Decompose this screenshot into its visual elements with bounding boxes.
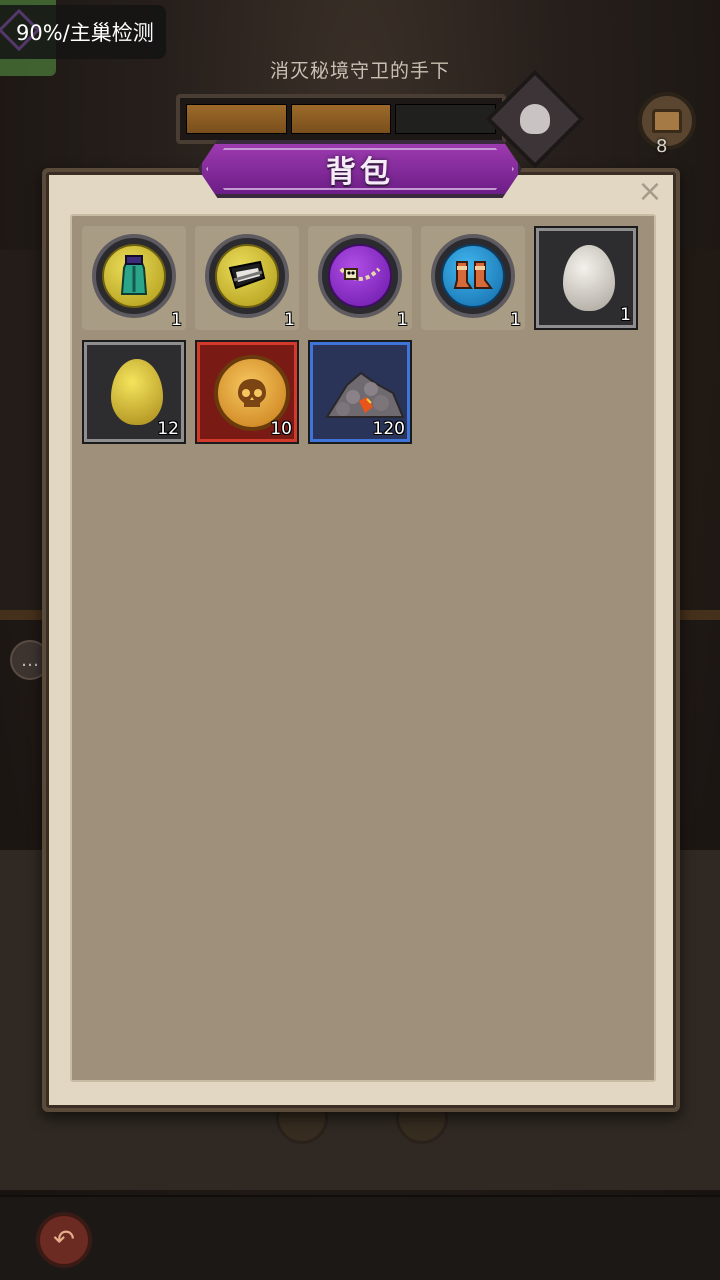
lava-ore-icon (323, 363, 407, 423)
boots-icon (441, 244, 505, 308)
chest-count: 8 (656, 136, 668, 157)
backpack-title: 背包 (326, 155, 394, 190)
item-count: 120 (372, 419, 405, 439)
item-count: 1 (620, 305, 631, 325)
quest-progress-bar (176, 94, 506, 144)
progress-segment-filled (290, 104, 392, 134)
rarity-ring-gold (205, 234, 289, 318)
yellow-egg-icon (111, 359, 163, 425)
item-count: 12 (157, 419, 179, 439)
item-slot-copper-boots[interactable]: 1 (421, 226, 525, 330)
item-count: 10 (270, 419, 292, 439)
progress-segment-empty (395, 104, 497, 134)
item-slot-yellow-egg[interactable]: 12 (82, 340, 186, 444)
rarity-ring-gold (92, 234, 176, 318)
item-count: 1 (397, 310, 408, 330)
robe-icon (102, 244, 166, 308)
item-count: 1 (510, 310, 521, 330)
item-count: 1 (284, 310, 295, 330)
status-chip: 90%/主巢检测 (0, 5, 166, 59)
close-button[interactable]: × (634, 176, 666, 208)
chest-icon (652, 109, 682, 133)
quest-objective: 消灭秘境守卫的手下 (269, 60, 450, 82)
rarity-ring-blue (431, 234, 515, 318)
hat-icon (215, 244, 279, 308)
back-button[interactable]: ↶ (36, 1212, 92, 1268)
item-slot-teal-robe[interactable]: 1 (82, 226, 186, 330)
progress-segment-filled (186, 104, 287, 134)
backpack-title-banner: 背包 (198, 140, 522, 198)
item-slot-lava-ore[interactable]: 120 (308, 340, 412, 444)
white-egg-icon (563, 245, 615, 311)
item-slot-white-egg[interactable]: 1 (534, 226, 638, 330)
item-slot-bone-necklace[interactable]: 1 (308, 226, 412, 330)
necklace-icon (328, 244, 392, 308)
item-slot-black-hat[interactable]: 1 (195, 226, 299, 330)
item-count: 1 (171, 310, 182, 330)
item-slot-skull-coin[interactable]: 10 (195, 340, 299, 444)
status-text: 90%/主巢检测 (16, 21, 154, 45)
rarity-ring-purple (318, 234, 402, 318)
